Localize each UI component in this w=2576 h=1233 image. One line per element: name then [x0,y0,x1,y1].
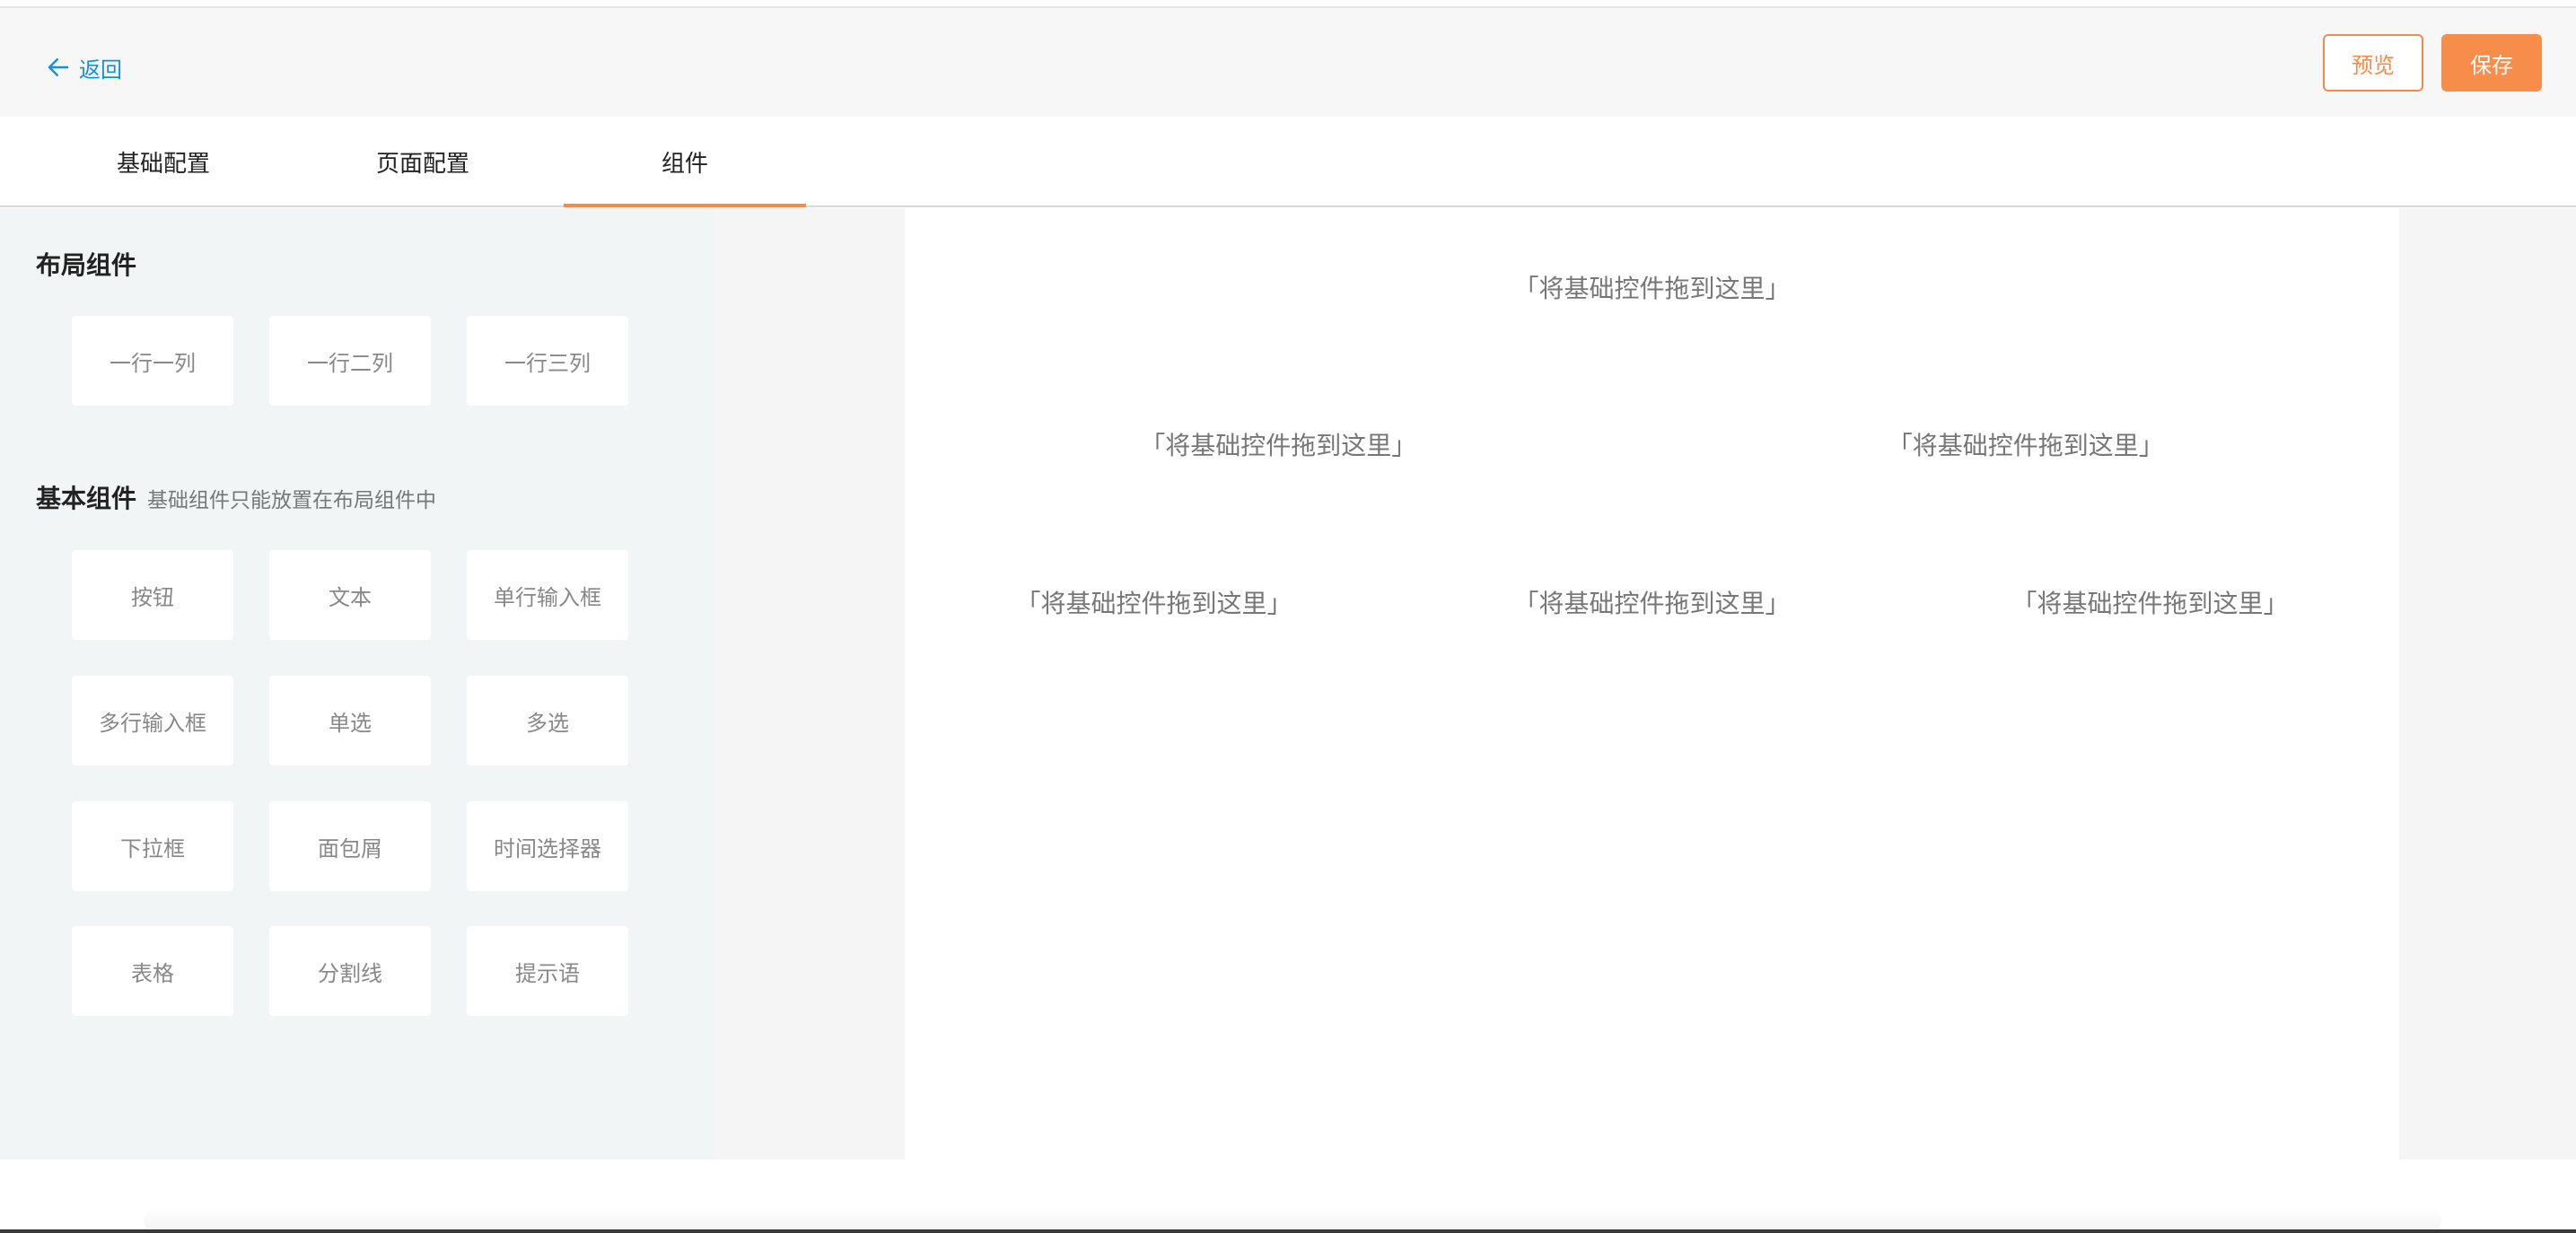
layout-row-three-columns: 「将基础控件拖到这里」 「将基础控件拖到这里」 「将基础控件拖到这里」 [905,562,2399,643]
component-checkbox[interactable]: 多选 [467,676,628,765]
drop-zone[interactable]: 「将基础控件拖到这里」 [905,562,1403,643]
drop-zone[interactable]: 「将基础控件拖到这里」 [1901,562,2399,643]
drop-zone[interactable]: 「将基础控件拖到这里」 [905,404,1652,485]
config-tabs: 基础配置 页面配置 组件 [0,117,2576,207]
tab-components[interactable]: 组件 [564,117,806,207]
layout-one-column[interactable]: 一行一列 [72,316,233,406]
tab-basic-config[interactable]: 基础配置 [42,117,285,207]
drop-zone[interactable]: 「将基础控件拖到这里」 [905,247,2399,328]
layout-three-columns[interactable]: 一行三列 [467,316,628,406]
component-button[interactable]: 按钮 [72,550,233,640]
layout-row-two-columns: 「将基础控件拖到这里」 「将基础控件拖到这里」 [905,404,2399,485]
window-top-edge [0,0,2576,8]
drop-zone[interactable]: 「将基础控件拖到这里」 [1652,404,2400,485]
layout-two-columns[interactable]: 一行二列 [269,316,431,406]
back-link[interactable]: 返回 [45,49,122,85]
active-tab-indicator [564,204,806,207]
layout-section-title: 布局组件 [36,246,136,282]
component-single-line-input[interactable]: 单行输入框 [467,550,628,640]
component-time-picker[interactable]: 时间选择器 [467,801,628,891]
editor-body: 布局组件 一行一列 一行二列 一行三列 基本组件 基础组件只能放置在布局组件中 按… [0,208,2576,1159]
basic-title: 基本组件 [36,484,137,513]
arrow-left-icon [48,58,69,76]
window-bottom-edge [0,1229,2576,1233]
component-table[interactable]: 表格 [72,926,233,1016]
back-label: 返回 [79,57,122,83]
component-tip[interactable]: 提示语 [467,926,628,1016]
basic-section-title: 基本组件 基础组件只能放置在布局组件中 [36,479,436,515]
tab-page-config[interactable]: 页面配置 [302,117,544,207]
save-button[interactable]: 保存 [2441,34,2542,92]
design-canvas: 「将基础控件拖到这里」 「将基础控件拖到这里」 「将基础控件拖到这里」 「将基础… [905,208,2399,1159]
drop-zone[interactable]: 「将基础控件拖到这里」 [1403,562,1901,643]
top-header: 返回 预览 保存 [0,8,2576,117]
component-palette: 布局组件 一行一列 一行二列 一行三列 基本组件 基础组件只能放置在布局组件中 按… [0,208,714,1159]
component-multi-line-input[interactable]: 多行输入框 [72,676,233,765]
component-text[interactable]: 文本 [269,550,431,640]
preview-button[interactable]: 预览 [2323,34,2423,92]
basic-hint: 基础组件只能放置在布局组件中 [147,489,437,512]
component-dropdown[interactable]: 下拉框 [72,801,233,891]
component-radio[interactable]: 单选 [269,676,431,765]
component-breadcrumb[interactable]: 面包屑 [269,801,431,891]
layout-title: 布局组件 [36,250,137,280]
component-divider[interactable]: 分割线 [269,926,431,1016]
layout-row-one-column: 「将基础控件拖到这里」 [905,247,2399,328]
